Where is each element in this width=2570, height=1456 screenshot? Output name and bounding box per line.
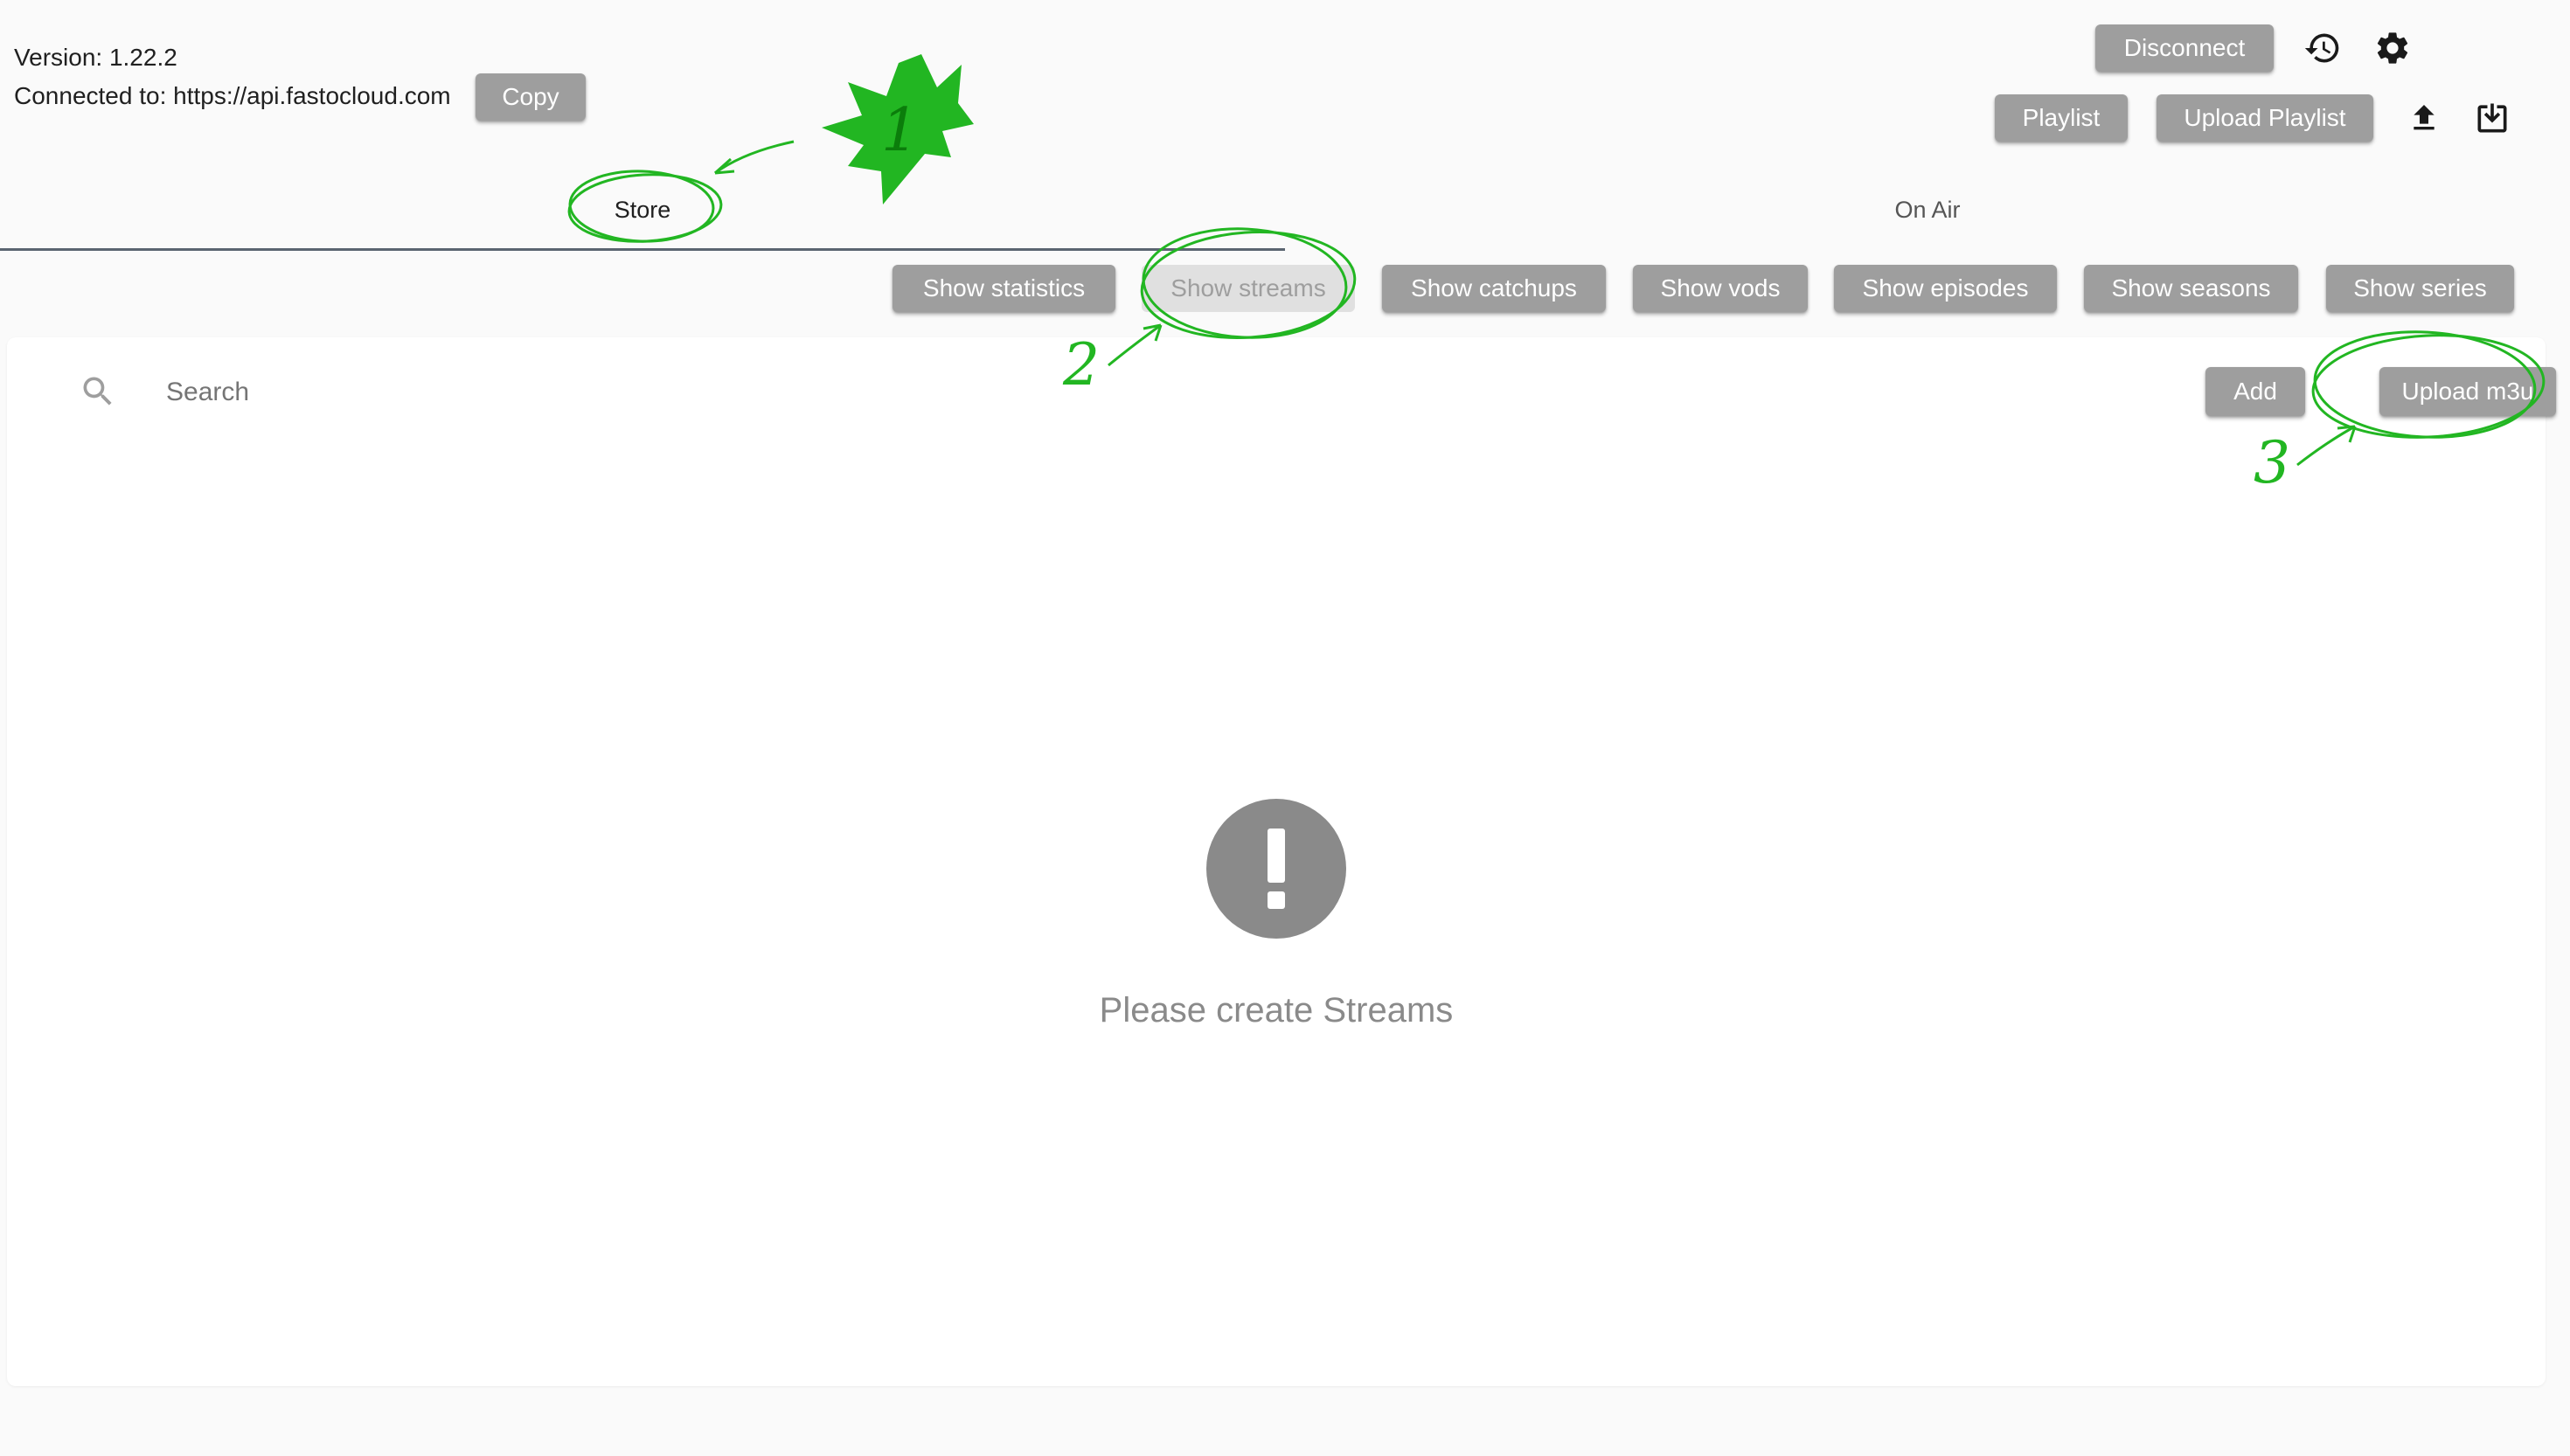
search-icon bbox=[79, 372, 117, 411]
show-catchups-button[interactable]: Show catchups bbox=[1382, 265, 1606, 312]
show-statistics-button[interactable]: Show statistics bbox=[893, 265, 1115, 312]
settings-gear-icon[interactable] bbox=[2371, 26, 2414, 70]
show-vods-button[interactable]: Show vods bbox=[1633, 265, 1808, 312]
annotation-arrow-1 bbox=[714, 140, 795, 175]
playlist-button[interactable]: Playlist bbox=[1995, 94, 2128, 142]
annotation-number-1: 1 bbox=[881, 96, 919, 165]
connected-url-label: Connected to: https://api.fastocloud.com bbox=[14, 82, 451, 109]
add-button[interactable]: Add bbox=[2205, 367, 2305, 416]
tab-store-label: Store bbox=[614, 196, 671, 223]
upload-icon[interactable] bbox=[2402, 96, 2446, 140]
annotation-star-badge bbox=[822, 54, 974, 205]
upload-playlist-button[interactable]: Upload Playlist bbox=[2157, 94, 2373, 142]
tab-on-air[interactable]: On Air bbox=[1285, 191, 2570, 229]
tab-store[interactable]: Store bbox=[0, 191, 1285, 229]
empty-state-message: Please create Streams bbox=[1099, 991, 1454, 1030]
version-label: Version: 1.22.2 bbox=[14, 44, 177, 71]
show-series-button[interactable]: Show series bbox=[2326, 265, 2514, 312]
tab-on-air-label: On Air bbox=[1894, 196, 1961, 223]
disconnect-button[interactable]: Disconnect bbox=[2095, 24, 2274, 72]
download-icon[interactable] bbox=[2470, 96, 2514, 140]
alert-icon bbox=[1206, 799, 1346, 939]
streams-panel: Add Upload m3u Please create Streams bbox=[7, 337, 2556, 1386]
copy-button[interactable]: Copy bbox=[476, 73, 586, 121]
show-seasons-button[interactable]: Show seasons bbox=[2084, 265, 2298, 312]
show-episodes-button[interactable]: Show episodes bbox=[1834, 265, 2057, 312]
history-icon[interactable] bbox=[2301, 26, 2344, 70]
tab-selection-indicator bbox=[0, 248, 1285, 251]
search-input[interactable] bbox=[164, 365, 1217, 419]
upload-m3u-button[interactable]: Upload m3u bbox=[2379, 367, 2556, 416]
show-streams-button[interactable]: Show streams bbox=[1142, 265, 1355, 312]
